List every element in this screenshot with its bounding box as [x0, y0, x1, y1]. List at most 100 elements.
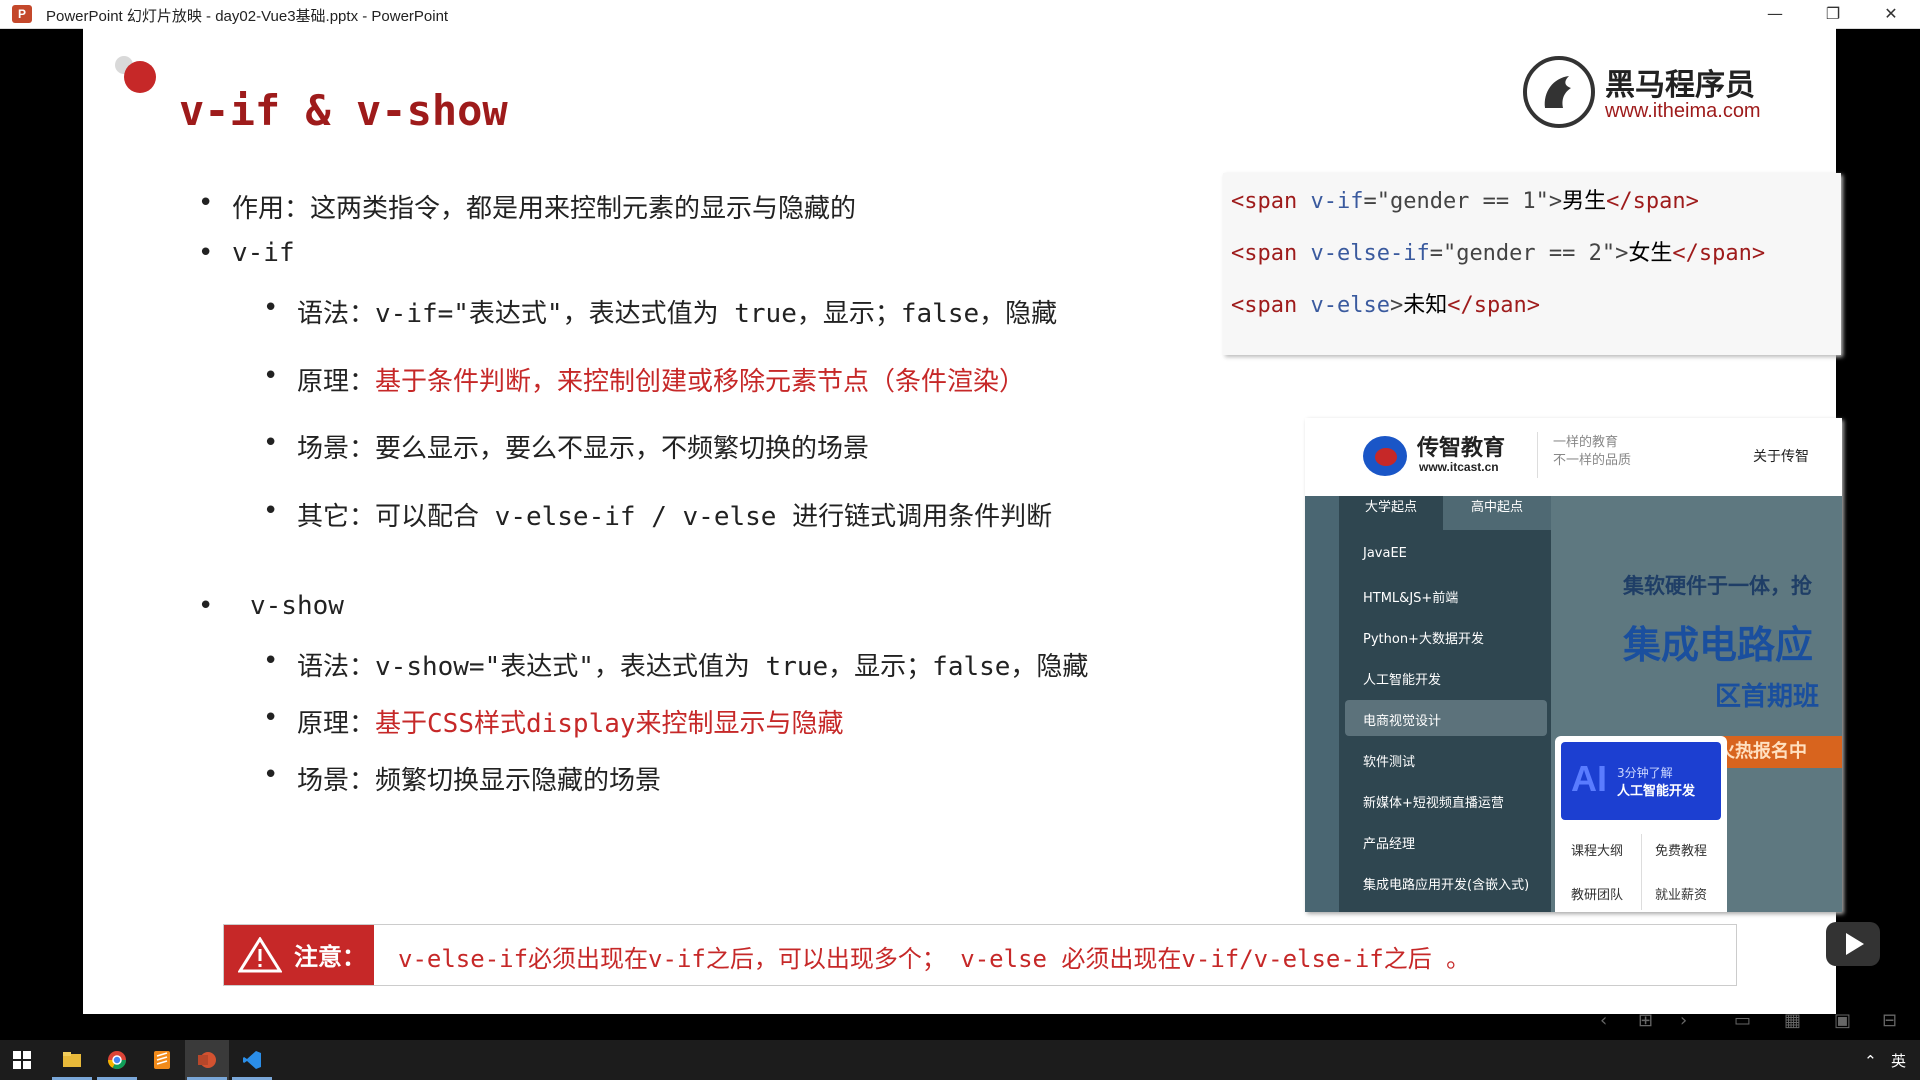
promo-title: 人工智能开发: [1617, 784, 1696, 799]
label: 原理：: [297, 709, 376, 739]
label: 语法：: [297, 652, 376, 682]
note-text: v-else-if必须出现在v-if之后，可以出现多个； v-else 必须出现…: [398, 945, 1471, 973]
note-callout: 注意： v-else-if必须出现在v-if之后，可以出现多个； v-else …: [223, 924, 1737, 986]
itcast-logo-icon: [1363, 436, 1407, 476]
start-button[interactable]: [0, 1040, 44, 1080]
menu-item: 软件测试: [1363, 755, 1416, 770]
ai-icon: AI: [1571, 758, 1607, 799]
logo-brand-text: 黑马程序员: [1605, 68, 1755, 103]
note-label: 注意：: [294, 943, 366, 971]
promo-small: 3分钟了解: [1617, 766, 1673, 780]
code-line: <span v-if="gender == 1">男生</span>: [1231, 189, 1699, 214]
text: v-show="表达式"，表达式值为 true，显示；false，隐藏: [375, 652, 1089, 682]
logo-url: www.itheima.com: [1605, 100, 1761, 122]
popup-link: 就业薪资: [1655, 888, 1708, 903]
menu-item: HTML&JS+前端: [1363, 591, 1459, 606]
normal-view-icon[interactable]: ▭: [1734, 1010, 1751, 1031]
window-titlebar: P PowerPoint 幻灯片放映 - day02-Vue3基础.pptx -…: [0, 0, 1920, 29]
taskbar-powerpoint[interactable]: [185, 1040, 229, 1080]
taskbar-sublime[interactable]: [140, 1040, 184, 1080]
site-menu: 大学起点 高中起点 JavaEE HTML&JS+前端 Python+大数据开发…: [1339, 496, 1551, 912]
close-icon: ✕: [1884, 4, 1898, 23]
code-line: <span v-else>未知</span>: [1231, 293, 1540, 318]
website-screenshot: 传智教育 www.itcast.cn 一样的教育 不一样的品质 关于传智 大学起点…: [1305, 418, 1842, 912]
restore-button[interactable]: ❐: [1810, 0, 1856, 28]
site-about-link: 关于传智: [1753, 449, 1809, 465]
menu-item: 产品经理: [1363, 837, 1416, 852]
bullet-text: 作用：这两类指令，都是用来控制元素的显示与隐藏的: [232, 194, 857, 224]
slide-menu-icon[interactable]: ⊞: [1638, 1010, 1653, 1031]
slideshow-controls: ‹ ⊞ › ▭ ▦ ▣ ⊟: [1500, 1006, 1920, 1040]
site-url: www.itcast.cn: [1419, 460, 1499, 474]
horse-logo-icon: [1523, 56, 1595, 128]
site-header: 传智教育 www.itcast.cn 一样的教育 不一样的品质 关于传智: [1305, 418, 1842, 496]
slideshow-view-icon[interactable]: ⊟: [1882, 1010, 1897, 1031]
label: 场景：: [297, 434, 376, 464]
note-label-box: 注意：: [224, 925, 374, 985]
banner-cta: 火热报名中: [1711, 736, 1842, 768]
powerpoint-icon: [198, 1052, 216, 1068]
minimize-icon: —: [1767, 4, 1783, 23]
decor-dot-red: [124, 61, 156, 93]
close-button[interactable]: ✕: [1868, 0, 1914, 28]
site-body: 大学起点 高中起点 JavaEE HTML&JS+前端 Python+大数据开发…: [1305, 496, 1842, 912]
itheima-logo: 黑马程序员 www.itheima.com: [1523, 56, 1783, 136]
divider: [1537, 432, 1538, 478]
label: 其它：: [297, 502, 376, 532]
taskbar-vscode[interactable]: [230, 1040, 274, 1080]
explorer-icon: [63, 1052, 81, 1067]
menu-item: 新媒体+短视频直播运营: [1363, 796, 1504, 811]
minimize-button[interactable]: —: [1752, 0, 1798, 28]
popup-link: 教研团队: [1571, 888, 1624, 903]
vscode-icon: [243, 1051, 261, 1069]
site-slogan: 一样的教育 不一样的品质: [1553, 435, 1632, 468]
chrome-icon: [108, 1051, 126, 1070]
reading-view-icon[interactable]: ▣: [1834, 1010, 1851, 1031]
divider: [1641, 834, 1642, 910]
play-button[interactable]: [1826, 922, 1880, 966]
taskbar-explorer[interactable]: [50, 1040, 94, 1080]
text: 基于条件判断，来控制创建或移除元素节点（条件渲染）: [375, 367, 1026, 397]
sorter-view-icon[interactable]: ▦: [1784, 1010, 1801, 1031]
site-brand: 传智教育: [1417, 436, 1506, 461]
taskbar-chrome[interactable]: [95, 1040, 139, 1080]
code-line: <span v-else-if="gender == 2">女生</span>: [1231, 241, 1766, 266]
sublime-icon: [154, 1051, 170, 1069]
warning-icon: [237, 936, 283, 977]
site-tab: 高中起点: [1443, 496, 1551, 530]
text: 基于CSS样式display来控制显示与隐藏: [375, 709, 844, 739]
popup-link: 免费教程: [1655, 844, 1708, 859]
label: 语法：: [297, 299, 376, 329]
label: 场景：: [297, 766, 376, 796]
restore-icon: ❐: [1825, 4, 1841, 23]
menu-item: 集成电路应用开发(含嵌入式): [1363, 878, 1530, 893]
slide-canvas[interactable]: v-if & v-show 黑马程序员 www.itheima.com • 作用：…: [83, 28, 1842, 1014]
popup-link: 课程大纲: [1571, 844, 1624, 859]
menu-item: 人工智能开发: [1363, 673, 1442, 688]
bullet-text: v-if: [232, 238, 295, 268]
banner-text: 区首期班: [1715, 682, 1820, 712]
menu-item: Python+大数据开发: [1363, 632, 1484, 647]
site-tab: 大学起点: [1364, 500, 1417, 515]
ai-promo: AI 3分钟了解 人工智能开发: [1561, 742, 1721, 820]
code-example: <span v-if="gender == 1">男生</span> <span…: [1223, 173, 1841, 355]
window-title: PowerPoint 幻灯片放映 - day02-Vue3基础.pptx - P…: [46, 8, 449, 25]
text: 要么显示，要么不显示，不频繁切换的场景: [375, 434, 870, 464]
banner-headline: 集成电路应: [1623, 623, 1814, 667]
next-slide-icon[interactable]: ›: [1680, 1010, 1687, 1031]
windows-taskbar: ⌃ 英: [0, 1040, 1920, 1080]
tray-chevron-icon[interactable]: ⌃: [1864, 1052, 1877, 1070]
powerpoint-app-icon: P: [12, 5, 32, 23]
text: 可以配合 v-else-if / v-else 进行链式调用条件判断: [375, 502, 1053, 532]
label: 原理：: [297, 367, 376, 397]
course-popup: AI 3分钟了解 人工智能开发 课程大纲 免费教程 教研团队 就业薪资: [1555, 736, 1727, 912]
text: 频繁切换显示隐藏的场景: [375, 766, 662, 796]
menu-item: JavaEE: [1363, 546, 1407, 561]
ime-indicator[interactable]: ⌃ 英: [1864, 1050, 1906, 1071]
slide-title: v-if & v-show: [179, 86, 508, 135]
menu-item: 电商视觉设计: [1363, 714, 1442, 729]
text: v-if="表达式"，表达式值为 true，显示；false，隐藏: [375, 299, 1058, 329]
prev-slide-icon[interactable]: ‹: [1600, 1010, 1607, 1031]
start-icon: [13, 1051, 31, 1069]
bullet-text: v-show: [250, 591, 344, 621]
